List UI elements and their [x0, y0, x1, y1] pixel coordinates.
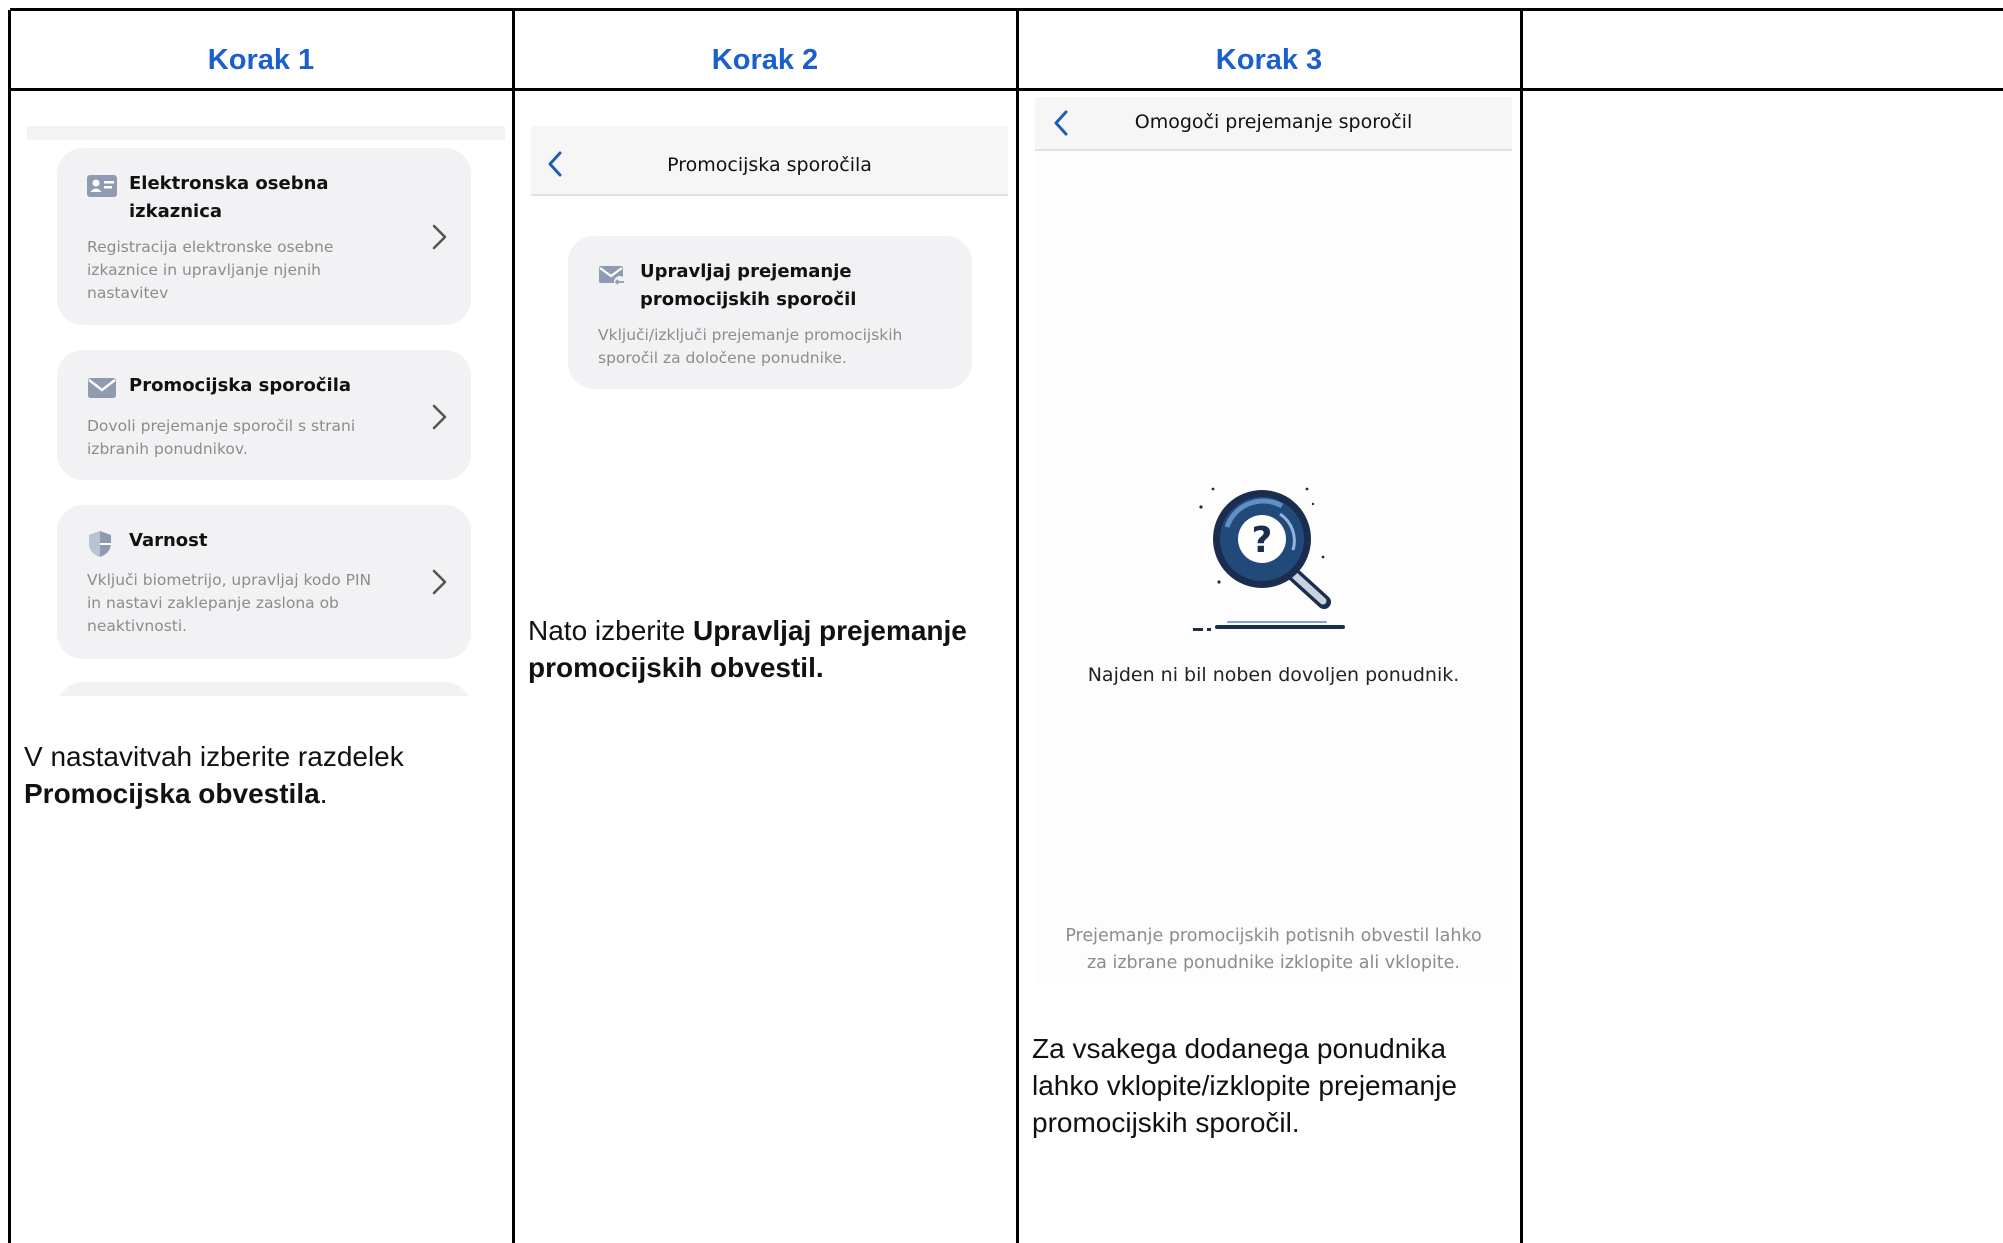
column-divider: [1520, 10, 1523, 1243]
nav-title: Omogoči prejemanje sporočil: [1134, 111, 1413, 133]
card-description: Vključi/izključi prejemanje promocijskih…: [598, 326, 903, 367]
step2-nav-bar: Promocijska sporočila: [531, 126, 1008, 196]
settings-card-next-partial[interactable]: [57, 682, 471, 696]
step1-settings-screenshot: Elektronska osebna izkaznica Registracij…: [27, 126, 505, 696]
settings-card-security[interactable]: Varnost Vključi biometrijo, upravljaj ko…: [57, 505, 471, 659]
caption-text: V nastavitvah izberite razdelek: [24, 741, 404, 772]
card-description: Dovoli prejemanje sporočil s strani izbr…: [87, 417, 356, 458]
steps-table: Korak 1 Korak 2 Korak 3 Elektronska oseb…: [0, 0, 2003, 1243]
chevron-right-icon: [432, 569, 447, 595]
empty-state-text: Najden ni bil noben dovoljen ponudnik.: [1087, 664, 1460, 686]
svg-text:?: ?: [1252, 520, 1273, 561]
table-top-border: [10, 8, 2003, 11]
manage-promo-card[interactable]: Upravljaj prejemanje promocijskih sporoč…: [568, 236, 972, 389]
column-divider: [8, 10, 11, 1243]
footer-info-text: Prejemanje promocijskih potisnih obvesti…: [1065, 926, 1482, 973]
chevron-right-icon: [432, 224, 447, 250]
card-title: Elektronska osebna izkaznica: [129, 173, 329, 222]
chevron-right-icon: [432, 404, 447, 430]
column-divider: [1016, 10, 1019, 1243]
card-description: Registracija elektronske osebne izkaznic…: [87, 238, 334, 302]
step2-caption: Nato izberite Upravljaj prejemanje promo…: [528, 612, 1008, 686]
header-row-border: [10, 88, 2003, 91]
step3-caption: Za vsakega dodanega ponudnika lahko vklo…: [1032, 1033, 1457, 1138]
top-strip: [27, 126, 505, 140]
envelope-icon: [88, 378, 116, 398]
settings-card-eid[interactable]: Elektronska osebna izkaznica Registracij…: [57, 148, 471, 325]
caption-text: Nato izberite: [528, 615, 686, 646]
step3-screenshot: Omogoči prejemanje sporočil ? Najden ni …: [1035, 97, 1512, 982]
step3-nav-bar: Omogoči prejemanje sporočil: [1035, 97, 1512, 151]
column-heading-step-2: Korak 2: [711, 44, 819, 76]
card-title: Varnost: [129, 530, 208, 551]
column-divider: [512, 10, 515, 1243]
search-question-illustration-icon: ?: [1193, 487, 1345, 631]
card-description: Vključi biometrijo, upravljaj kodo PIN i…: [87, 571, 372, 635]
caption-suffix: .: [319, 778, 328, 809]
nav-title: Promocijska sporočila: [667, 154, 872, 176]
card-title: Upravljaj prejemanje promocijskih sporoč…: [640, 261, 857, 310]
id-card-icon: [87, 175, 117, 197]
step1-caption: V nastavitvah izberite razdelek Promocij…: [24, 738, 494, 812]
caption-bold-text: Promocijska obvestila: [24, 778, 320, 809]
nav-separator: [531, 194, 1008, 196]
column-heading-step-1: Korak 1: [207, 44, 315, 76]
shield-icon: [89, 531, 111, 557]
column-heading-step-3: Korak 3: [1215, 44, 1323, 76]
mail-settings-icon: [599, 266, 626, 288]
settings-card-promo-messages[interactable]: Promocijska sporočila Dovoli prejemanje …: [57, 350, 471, 480]
card-title: Promocijska sporočila: [129, 375, 352, 396]
